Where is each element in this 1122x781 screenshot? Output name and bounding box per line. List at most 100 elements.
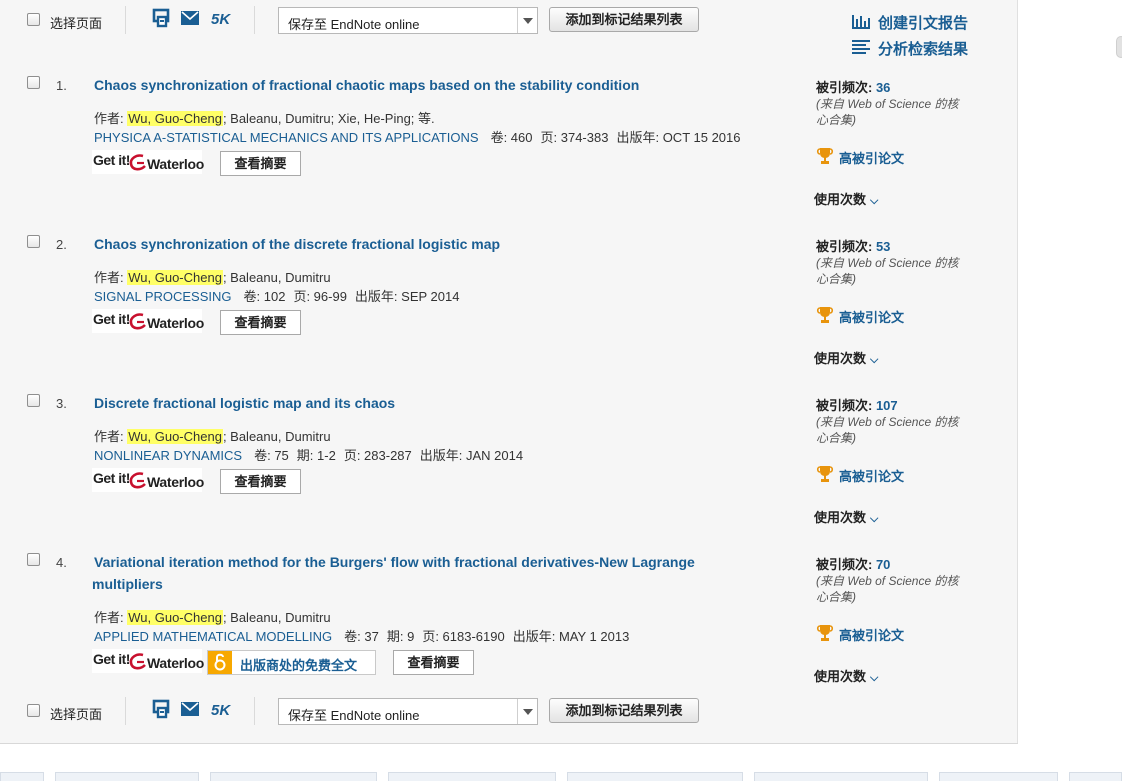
getit-waterloo-link[interactable]: Get it! Waterloo bbox=[92, 309, 204, 335]
usage-count-toggle[interactable]: 使用次数 ⌵ bbox=[814, 348, 878, 367]
journal-link[interactable]: SIGNAL PROCESSING bbox=[94, 289, 232, 304]
add-to-marked-list-button[interactable]: 添加到标记结果列表 bbox=[549, 7, 699, 32]
right-margin bbox=[1019, 0, 1122, 744]
published-label: 出版年: bbox=[512, 629, 559, 644]
usage-count-toggle[interactable]: 使用次数 ⌵ bbox=[814, 189, 878, 208]
save-to-select[interactable]: 保存至 EndNote online bbox=[278, 698, 538, 725]
export-5k-link[interactable]: 5K bbox=[211, 11, 230, 28]
getit-waterloo-link[interactable]: Get it! Waterloo bbox=[92, 150, 204, 174]
highly-cited-label: 高被引论文 bbox=[839, 628, 905, 643]
pages-value: 374-383 bbox=[560, 130, 609, 145]
record-authors: 作者: Wu, Guo-Cheng; Baleanu, Dumitru; Xie… bbox=[94, 108, 435, 127]
record-checkbox[interactable] bbox=[27, 553, 40, 566]
free-full-text-button[interactable]: 出版商处的免费全文 bbox=[207, 650, 376, 675]
taskbar-item[interactable] bbox=[1069, 772, 1122, 781]
record-title-link[interactable]: Discrete fractional logistic map and its… bbox=[94, 392, 754, 414]
taskbar-strip bbox=[0, 772, 1122, 781]
highlighted-author[interactable]: Wu, Guo-Cheng bbox=[127, 610, 223, 625]
record-title-link[interactable]: Chaos synchronization of fractional chao… bbox=[94, 74, 754, 96]
times-cited-block: 被引频次: 36 (来自 Web of Science 的核心合集) bbox=[816, 77, 976, 128]
times-cited-label: 被引频次: bbox=[816, 80, 876, 95]
highlighted-author[interactable]: Wu, Guo-Cheng bbox=[127, 270, 223, 285]
view-abstract-button[interactable]: 查看摘要 bbox=[393, 650, 474, 675]
record-number: 4. bbox=[56, 555, 67, 570]
pages-label: 页: bbox=[343, 448, 365, 463]
record-checkbox[interactable] bbox=[27, 76, 40, 89]
taskbar-item[interactable] bbox=[0, 772, 44, 781]
volume-label: 卷: bbox=[254, 448, 275, 463]
email-icon[interactable] bbox=[181, 702, 199, 719]
pages-label: 页: bbox=[293, 289, 314, 304]
other-authors: ; Baleanu, Dumitru bbox=[222, 429, 331, 444]
email-icon[interactable] bbox=[181, 11, 199, 28]
toolbar-divider bbox=[125, 697, 126, 725]
volume-label: 卷: bbox=[490, 130, 511, 145]
view-abstract-button[interactable]: 查看摘要 bbox=[220, 469, 301, 494]
published-value: OCT 15 2016 bbox=[662, 130, 741, 145]
list-icon bbox=[852, 39, 870, 59]
record-checkbox[interactable] bbox=[27, 394, 40, 407]
times-cited-count[interactable]: 36 bbox=[876, 80, 890, 95]
usage-count-label: 使用次数 bbox=[814, 192, 867, 207]
chevron-down-icon[interactable] bbox=[517, 8, 537, 33]
select-page-checkbox[interactable] bbox=[27, 13, 40, 26]
usage-count-toggle[interactable]: 使用次数 ⌵ bbox=[814, 507, 878, 526]
times-cited: 被引频次: 70 bbox=[816, 554, 976, 573]
times-cited-count[interactable]: 107 bbox=[876, 398, 898, 413]
record-authors: 作者: Wu, Guo-Cheng; Baleanu, Dumitru bbox=[94, 267, 331, 286]
volume-value: 102 bbox=[263, 289, 286, 304]
getit-label: Get it! bbox=[93, 311, 130, 327]
taskbar-item[interactable] bbox=[754, 772, 928, 781]
volume-value: 75 bbox=[274, 448, 289, 463]
cited-source-note: (来自 Web of Science 的核心合集) bbox=[816, 415, 959, 445]
getit-waterloo-link[interactable]: Get it! Waterloo bbox=[92, 468, 204, 494]
times-cited-label: 被引频次: bbox=[816, 239, 876, 254]
select-page-checkbox[interactable] bbox=[27, 704, 40, 717]
getit-waterloo-link[interactable]: Get it! Waterloo bbox=[92, 649, 204, 673]
pages-value: 6183-6190 bbox=[442, 629, 505, 644]
journal-link[interactable]: PHYSICA A-STATISTICAL MECHANICS AND ITS … bbox=[94, 130, 479, 145]
record-title-link[interactable]: Chaos synchronization of the discrete fr… bbox=[94, 233, 754, 255]
scrollbar-handle[interactable] bbox=[1116, 36, 1122, 58]
record-source: APPLIED MATHEMATICAL MODELLING 卷: 37 期: 9页… bbox=[94, 626, 629, 645]
trophy-icon bbox=[816, 624, 834, 645]
chevron-down-icon: ⌵ bbox=[870, 513, 879, 525]
taskbar-item[interactable] bbox=[567, 772, 743, 781]
view-abstract-button[interactable]: 查看摘要 bbox=[220, 310, 301, 335]
volume-label: 卷: bbox=[344, 629, 365, 644]
waterloo-logo bbox=[128, 312, 148, 335]
open-access-icon bbox=[208, 651, 232, 674]
toolbar-divider bbox=[125, 6, 126, 34]
journal-link[interactable]: APPLIED MATHEMATICAL MODELLING bbox=[94, 629, 332, 644]
published-label: 出版年: bbox=[354, 289, 402, 304]
waterloo-logo bbox=[128, 471, 148, 494]
authors-prefix: 作者: bbox=[94, 270, 128, 285]
taskbar-item[interactable] bbox=[210, 772, 377, 781]
taskbar-item[interactable] bbox=[939, 772, 1058, 781]
add-to-marked-list-button[interactable]: 添加到标记结果列表 bbox=[549, 698, 699, 723]
highlighted-author[interactable]: Wu, Guo-Cheng bbox=[127, 111, 223, 126]
authors-prefix: 作者: bbox=[94, 429, 128, 444]
print-icon[interactable] bbox=[151, 699, 171, 722]
usage-count-toggle[interactable]: 使用次数 ⌵ bbox=[814, 666, 878, 685]
taskbar-item[interactable] bbox=[388, 772, 556, 781]
highlighted-author[interactable]: Wu, Guo-Cheng bbox=[127, 429, 223, 444]
record-source: NONLINEAR DYNAMICS 卷: 75 期: 1-2 页: 283-287 出… bbox=[94, 445, 523, 464]
times-cited-count[interactable]: 70 bbox=[876, 557, 890, 572]
record-checkbox[interactable] bbox=[27, 235, 40, 248]
published-label: 出版年: bbox=[616, 130, 663, 145]
trophy-icon bbox=[816, 306, 834, 327]
times-cited: 被引频次: 53 bbox=[816, 236, 976, 255]
print-icon[interactable] bbox=[151, 8, 171, 31]
chevron-down-icon: ⌵ bbox=[870, 195, 879, 207]
export-5k-link[interactable]: 5K bbox=[211, 702, 230, 719]
view-abstract-button[interactable]: 查看摘要 bbox=[220, 151, 301, 176]
save-to-select[interactable]: 保存至 EndNote online bbox=[278, 7, 538, 34]
chevron-down-icon[interactable] bbox=[517, 699, 537, 724]
times-cited-count[interactable]: 53 bbox=[876, 239, 890, 254]
taskbar-item[interactable] bbox=[55, 772, 199, 781]
record-title-link[interactable]: Variational iteration method for the Bur… bbox=[92, 551, 752, 595]
journal-link[interactable]: NONLINEAR DYNAMICS bbox=[94, 448, 242, 463]
times-cited-label: 被引频次: bbox=[816, 557, 876, 572]
highly-cited-label: 高被引论文 bbox=[839, 469, 905, 484]
